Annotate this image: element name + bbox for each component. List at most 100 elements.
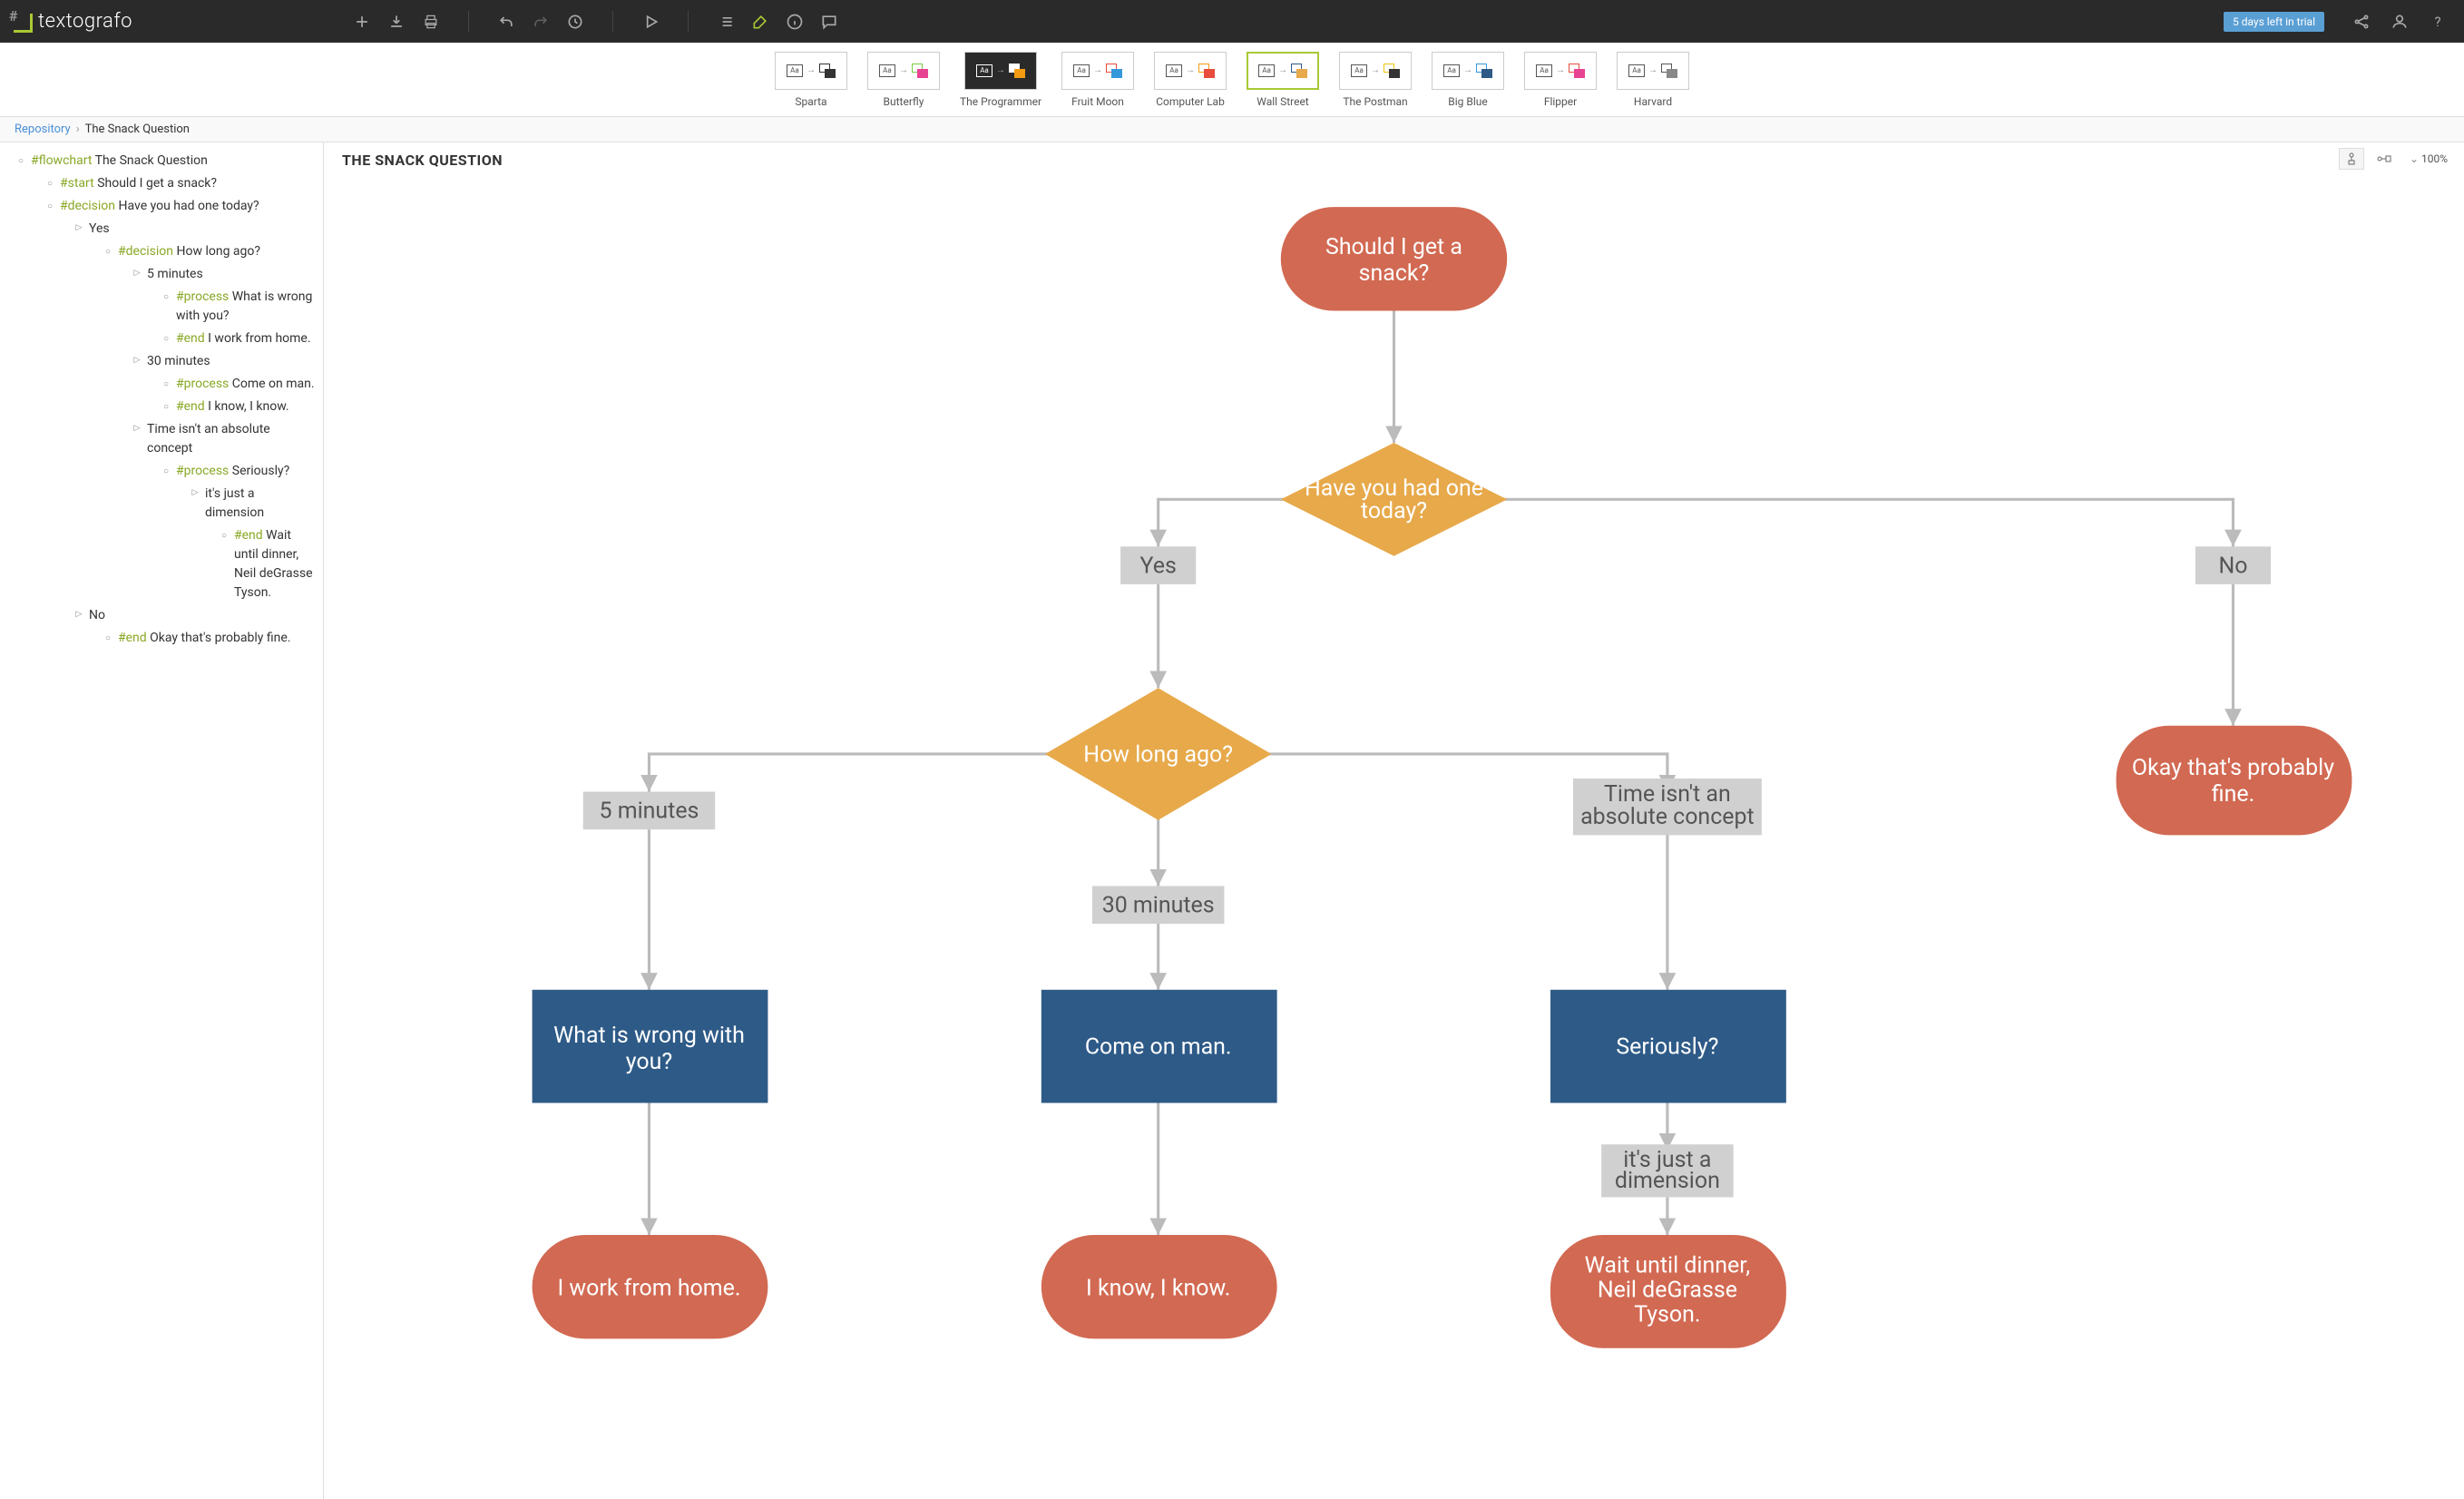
logo-text: textografo [38, 10, 132, 33]
tree-text: it's just a dimension [205, 485, 316, 523]
tree-text: 5 minutes [147, 265, 203, 284]
theme-label: Computer Lab [1156, 95, 1225, 108]
svg-text:5 minutes: 5 minutes [600, 798, 699, 825]
tree-row[interactable]: #process Seriously? [0, 460, 323, 483]
comment-button[interactable] [814, 6, 845, 37]
branch-icon [131, 423, 143, 436]
theme-thumb: Aa→ [1432, 52, 1504, 90]
tree-row[interactable]: #process Come on man. [0, 373, 323, 396]
tree-row[interactable]: #end I know, I know. [0, 396, 323, 418]
print-button[interactable] [416, 6, 446, 37]
theme-item[interactable]: Aa→Wall Street [1247, 52, 1319, 108]
tree-row[interactable]: Time isn't an absolute concept [0, 418, 323, 460]
theme-label: Fruit Moon [1071, 95, 1124, 108]
branch-icon [131, 268, 143, 280]
tree-text: #flowchart The Snack Question [31, 152, 208, 171]
download-button[interactable] [381, 6, 412, 37]
node-icon [160, 465, 172, 478]
canvas[interactable]: THE SNACK QUESTION 100% [324, 142, 2464, 1499]
svg-text:Come on man.: Come on man. [1085, 1034, 1232, 1060]
breadcrumb-current: The Snack Question [85, 122, 190, 136]
topbar: textografo 5 days left in trial ? [0, 0, 2464, 43]
theme-thumb: Aa→ [867, 52, 940, 90]
zoom-level[interactable]: 100% [2404, 152, 2453, 165]
user-button[interactable] [2384, 6, 2415, 37]
node-icon [160, 332, 172, 346]
svg-text:?: ? [2434, 14, 2440, 30]
tree-row[interactable]: #start Should I get a snack? [0, 172, 323, 195]
divider [688, 11, 689, 33]
outline-panel[interactable]: #flowchart The Snack Question #start Shou… [0, 142, 324, 1499]
theme-thumb: Aa→ [1524, 52, 1597, 90]
tree-text: #start Should I get a snack? [60, 174, 217, 193]
theme-item[interactable]: Aa→ Computer Lab [1154, 52, 1227, 108]
canvas-title: THE SNACK QUESTION [342, 152, 503, 169]
tree-row[interactable]: 30 minutes [0, 350, 323, 373]
theme-item[interactable]: Aa→ Flipper [1524, 52, 1597, 108]
tree-row[interactable]: it's just a dimension [0, 483, 323, 524]
flowchart: Should I get asnack? Have you had onetod… [324, 179, 2464, 1499]
info-button[interactable] [779, 6, 810, 37]
tree-text: #end Okay that's probably fine. [118, 629, 290, 648]
branch-icon [189, 487, 201, 500]
new-button[interactable] [347, 6, 377, 37]
layout-horizontal-button[interactable] [2371, 148, 2397, 170]
svg-text:No: No [2218, 553, 2247, 579]
theme-thumb: Aa→ [1339, 52, 1412, 90]
branch-icon [73, 609, 85, 622]
theme-label: Harvard [1634, 95, 1672, 108]
redo-button[interactable] [525, 6, 556, 37]
tree-row[interactable]: #process What is wrong with you? [0, 286, 323, 328]
tree-row[interactable]: No [0, 604, 323, 627]
theme-thumb: Aa→ [1154, 52, 1227, 90]
branch-icon [73, 222, 85, 235]
theme-item[interactable]: Aa→Sparta [775, 52, 847, 108]
layout-vertical-button[interactable] [2339, 148, 2364, 170]
divider [612, 11, 613, 33]
help-button[interactable]: ? [2422, 6, 2453, 37]
theme-item[interactable]: Aa→The Postman [1339, 52, 1412, 108]
tree-row[interactable]: #end Wait until dinner, Neil deGrasse Ty… [0, 524, 323, 604]
theme-thumb: Aa→ [775, 52, 847, 90]
logo[interactable]: textografo [11, 10, 132, 33]
theme-item[interactable]: Aa→ The Programmer [960, 52, 1041, 108]
tree-row[interactable]: #end I work from home. [0, 328, 323, 350]
theme-item[interactable]: Aa→ Big Blue [1432, 52, 1504, 108]
svg-text:How long ago?: How long ago? [1083, 741, 1233, 768]
theme-thumb: Aa→ [964, 52, 1037, 90]
branch-icon [131, 355, 143, 367]
highlight-button[interactable] [745, 6, 776, 37]
undo-button[interactable] [491, 6, 522, 37]
tree-row[interactable]: #flowchart The Snack Question [0, 150, 323, 172]
node-icon [218, 529, 230, 543]
theme-item[interactable]: Aa→Fruit Moon [1061, 52, 1134, 108]
svg-text:I know, I know.: I know, I know. [1086, 1276, 1230, 1302]
node-icon [160, 400, 172, 414]
svg-text:30 minutes: 30 minutes [1102, 893, 1215, 919]
theme-label: Big Blue [1448, 95, 1487, 108]
node-icon [102, 245, 114, 259]
theme-item[interactable]: Aa→Harvard [1617, 52, 1689, 108]
history-button[interactable] [560, 6, 591, 37]
theme-label: The Programmer [960, 95, 1041, 108]
tree-text: No [89, 606, 105, 625]
breadcrumb-sep: › [76, 122, 80, 136]
breadcrumb-root[interactable]: Repository [15, 122, 71, 136]
share-button[interactable] [2346, 6, 2377, 37]
tree-row[interactable]: #decision Have you had one today? [0, 195, 323, 218]
theme-label: Flipper [1544, 95, 1577, 108]
play-button[interactable] [635, 6, 666, 37]
tree-text: #process What is wrong with you? [176, 288, 316, 326]
theme-item[interactable]: Aa→Butterfly [867, 52, 940, 108]
tree-row[interactable]: #end Okay that's probably fine. [0, 627, 323, 650]
tree-row[interactable]: Yes [0, 218, 323, 240]
svg-text:Time isn't anabsolute concept: Time isn't anabsolute concept [1580, 781, 1755, 830]
tree-row[interactable]: 5 minutes [0, 263, 323, 286]
trial-badge[interactable]: 5 days left in trial [2224, 12, 2324, 32]
tree-text: Time isn't an absolute concept [147, 420, 316, 458]
tree-row[interactable]: #decision How long ago? [0, 240, 323, 263]
breadcrumb: Repository › The Snack Question [0, 117, 2464, 142]
node-icon [44, 200, 56, 213]
list-button[interactable] [710, 6, 741, 37]
logo-icon [11, 11, 33, 33]
